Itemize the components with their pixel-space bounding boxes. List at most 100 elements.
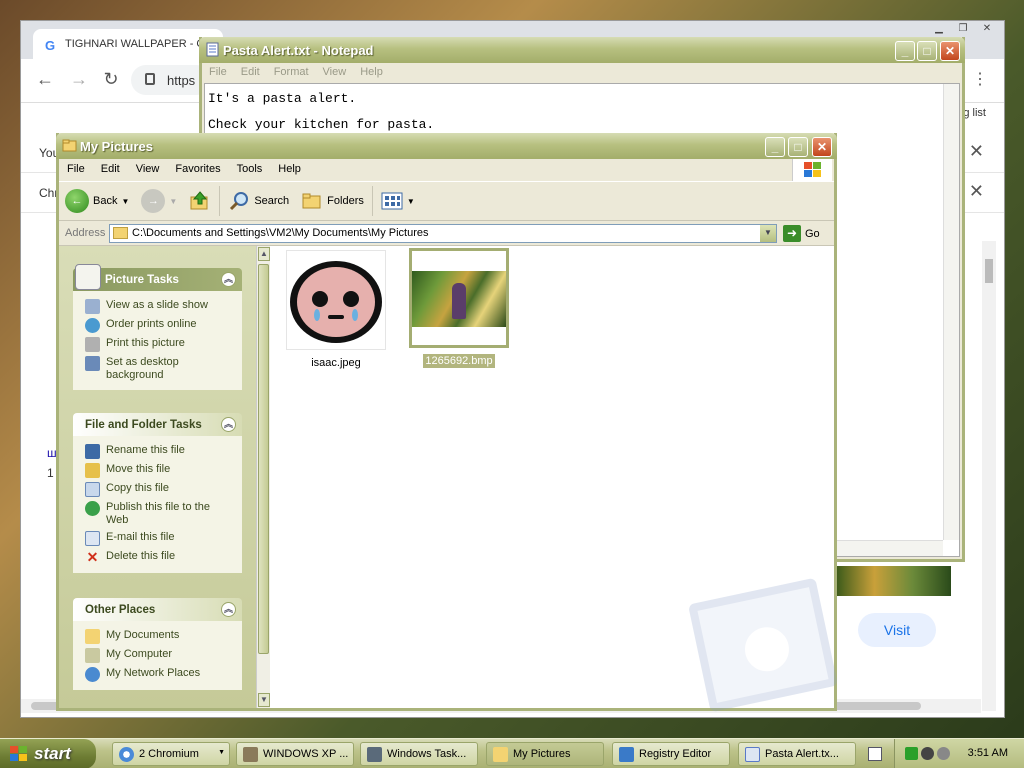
place-my-computer[interactable]: My Computer [85, 646, 234, 665]
folders-button[interactable]: Folders [295, 182, 370, 220]
chromium-tab[interactable]: G TIGHNARI WALLPAPER - G [33, 29, 223, 59]
task-set-background[interactable]: Set as desktop background [85, 354, 234, 384]
picture-tasks-header[interactable]: Picture Tasks ︽ [73, 264, 242, 291]
close-button[interactable]: ✕ [940, 41, 960, 61]
explorer-titlebar[interactable]: My Pictures _ □ ✕ [56, 133, 837, 159]
collapse-icon[interactable]: ︽ [221, 417, 236, 432]
scroll-thumb[interactable] [258, 264, 269, 654]
file-thumbnail[interactable] [409, 248, 509, 348]
wallpaper-thumbnail[interactable] [836, 566, 951, 596]
tray-app-icon[interactable] [921, 747, 934, 760]
network-icon[interactable] [905, 747, 918, 760]
menu-tools[interactable]: Tools [229, 159, 271, 181]
place-my-documents[interactable]: My Documents [85, 627, 234, 646]
start-button[interactable]: start [0, 739, 96, 768]
back-arrow-icon: ← [65, 189, 89, 213]
menu-edit[interactable]: Edit [234, 63, 267, 83]
menu-help[interactable]: Help [270, 159, 309, 181]
task-rename[interactable]: Rename this file [85, 442, 234, 461]
chromium-tab-title: TIGHNARI WALLPAPER - G [65, 38, 205, 50]
clock[interactable]: 3:51 AM [968, 747, 1008, 759]
dropdown-arrow-icon[interactable]: ▼ [121, 197, 129, 206]
address-input[interactable]: C:\Documents and Settings\VM2\My Documen… [109, 224, 777, 243]
menu-format[interactable]: Format [267, 63, 316, 83]
forward-button[interactable]: → ▼ [135, 182, 183, 220]
forward-arrow-icon[interactable]: → [67, 69, 91, 90]
taskbar-button-registry-editor[interactable]: Registry Editor [612, 742, 730, 766]
other-places-header[interactable]: Other Places ︽ [73, 598, 242, 621]
up-folder-icon [190, 191, 208, 210]
maximize-button[interactable]: □ [788, 137, 808, 157]
collapse-icon[interactable]: ︽ [221, 272, 236, 287]
menu-favorites[interactable]: Favorites [167, 159, 228, 181]
minimize-icon[interactable]: ▁ [928, 21, 950, 36]
close-button[interactable]: ✕ [812, 137, 832, 157]
menu-file[interactable]: File [59, 159, 93, 181]
my-pictures-window[interactable]: My Pictures _ □ ✕ File Edit View Favorit… [56, 133, 839, 713]
scroll-down-icon[interactable]: ▼ [258, 693, 270, 707]
close-icon[interactable]: ✕ [976, 21, 998, 36]
task-copy[interactable]: Copy this file [85, 480, 234, 499]
file-name[interactable]: 1265692.bmp [423, 354, 495, 368]
menu-help[interactable]: Help [353, 63, 390, 83]
chromium-scrollbar[interactable] [982, 241, 996, 711]
up-folder-button[interactable] [183, 182, 217, 220]
close-icon[interactable]: ✕ [969, 181, 984, 202]
file-view[interactable]: isaac.jpeg 1265692.bmp [270, 246, 839, 713]
collapse-icon[interactable]: ︽ [221, 602, 236, 617]
minimize-button[interactable]: _ [765, 137, 785, 157]
dropdown-arrow-icon[interactable]: ▼ [169, 197, 177, 206]
task-publish[interactable]: Publish this file to the Web [85, 499, 234, 529]
task-label: Delete this file [106, 550, 176, 562]
file-thumbnail[interactable] [286, 250, 386, 350]
reload-icon[interactable]: ↻ [99, 69, 123, 90]
back-button[interactable]: ← Back ▼ [59, 182, 135, 220]
taskmgr-icon [367, 747, 382, 762]
file-folder-tasks-header[interactable]: File and Folder Tasks ︽ [73, 413, 242, 436]
menu-view[interactable]: View [316, 63, 354, 83]
taskbar-button-windows-xp[interactable]: WINDOWS XP ... [236, 742, 354, 766]
minimize-button[interactable]: _ [895, 41, 915, 61]
address-dropdown-icon[interactable]: ▼ [760, 225, 776, 242]
taskbar-button-notepad[interactable]: Pasta Alert.tx... [738, 742, 856, 766]
task-slide-show[interactable]: View as a slide show [85, 297, 234, 316]
close-icon[interactable]: ✕ [969, 141, 984, 162]
visit-button[interactable]: Visit [858, 613, 936, 647]
vertical-scrollbar[interactable] [943, 84, 959, 540]
search-button[interactable]: Search [222, 182, 295, 220]
notepad-titlebar[interactable]: Pasta Alert.txt - Notepad _ □ ✕ [199, 37, 965, 63]
file-folder-tasks-group: File and Folder Tasks ︽ Rename this file… [73, 413, 242, 573]
task-label: WINDOWS XP ... [263, 748, 349, 760]
kebab-menu-icon[interactable]: ⋮ [972, 69, 988, 89]
file-item-selected[interactable]: 1265692.bmp [409, 248, 509, 368]
menu-edit[interactable]: Edit [93, 159, 128, 181]
notepad-menubar: File Edit Format View Help [202, 63, 962, 83]
menu-file[interactable]: File [202, 63, 234, 83]
volume-icon[interactable] [937, 747, 950, 760]
task-move[interactable]: Move this file [85, 461, 234, 480]
scroll-up-icon[interactable]: ▲ [258, 247, 270, 261]
go-button[interactable]: ➜ Go [783, 225, 820, 242]
folders-icon [302, 193, 321, 209]
taskbar-button-task-manager[interactable]: Windows Task... [360, 742, 478, 766]
file-item[interactable]: isaac.jpeg [286, 250, 386, 370]
taskbar-button-chromium[interactable]: 2 Chromium ▼ [112, 742, 230, 766]
explorer-menubar: File Edit View Favorites Tools Help [59, 159, 834, 181]
maximize-icon[interactable]: ❐ [952, 21, 974, 36]
task-order-prints[interactable]: Order prints online [85, 316, 234, 335]
maximize-button[interactable]: □ [917, 41, 937, 61]
place-network[interactable]: My Network Places [85, 665, 234, 684]
task-print-picture[interactable]: Print this picture [85, 335, 234, 354]
task-delete[interactable]: ✕ Delete this file [85, 548, 234, 567]
scroll-thumb[interactable] [985, 259, 993, 283]
task-pane-scrollbar[interactable]: ▲ ▼ [256, 246, 270, 708]
back-arrow-icon[interactable]: ← [33, 69, 57, 90]
task-email[interactable]: E-mail this file [85, 529, 234, 548]
menu-view[interactable]: View [128, 159, 168, 181]
file-name[interactable]: isaac.jpeg [309, 356, 363, 370]
keyboard-icon[interactable] [868, 747, 882, 761]
reading-list[interactable]: g list [963, 107, 986, 119]
delete-icon: ✕ [86, 549, 99, 565]
taskbar-button-my-pictures[interactable]: My Pictures [486, 742, 604, 766]
views-button[interactable]: ▼ [375, 182, 421, 220]
